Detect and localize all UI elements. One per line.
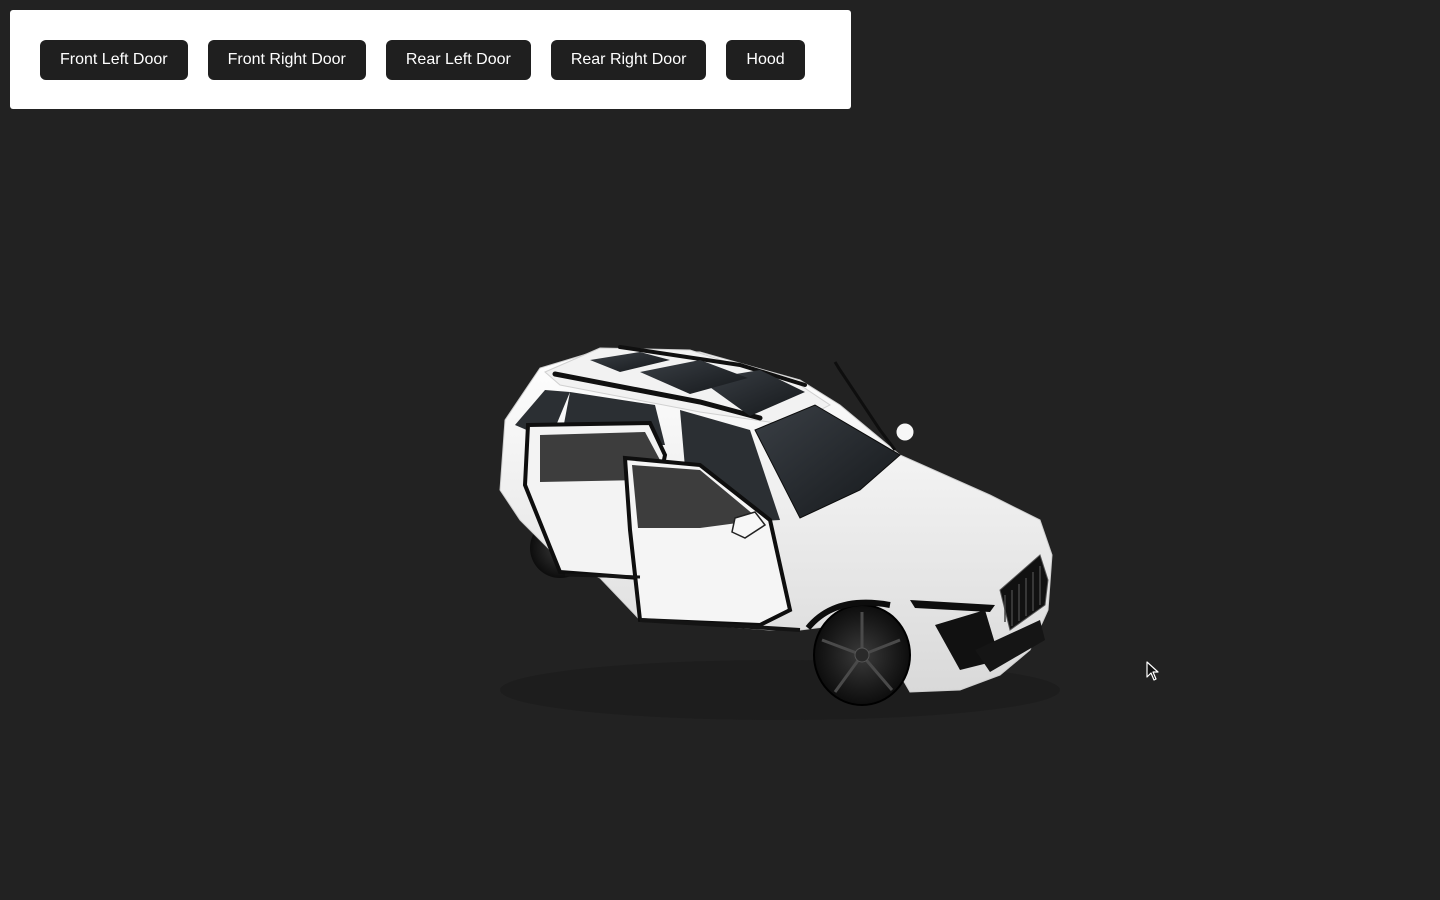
- door-control-toolbar: Front Left Door Front Right Door Rear Le…: [10, 10, 851, 109]
- right-mirror: [895, 422, 915, 442]
- rear-left-door-button[interactable]: Rear Left Door: [385, 39, 531, 80]
- mouse-pointer-icon: [1146, 661, 1159, 681]
- front-right-door-button[interactable]: Front Right Door: [207, 39, 366, 80]
- rear-right-door-button[interactable]: Rear Right Door: [550, 39, 707, 80]
- car-model[interactable]: [0, 120, 1440, 900]
- app-viewport[interactable]: Front Left Door Front Right Door Rear Le…: [0, 0, 1440, 900]
- 3d-canvas[interactable]: [0, 120, 1440, 900]
- hood-button[interactable]: Hood: [726, 39, 805, 80]
- front-left-door-button[interactable]: Front Left Door: [40, 39, 188, 80]
